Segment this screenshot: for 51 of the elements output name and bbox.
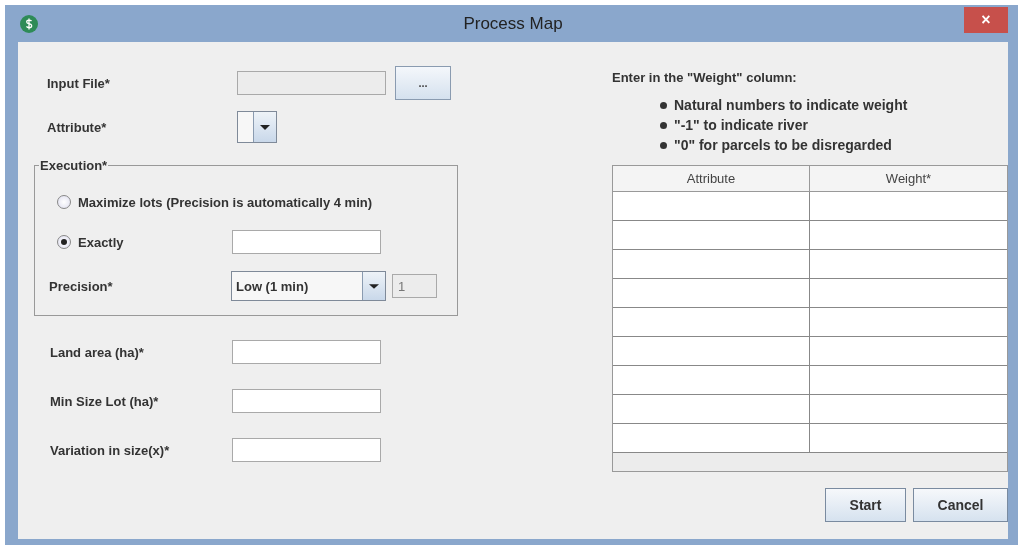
instruction-text: "0" for parcels to be disregarded bbox=[674, 137, 892, 153]
instruction-text: "-1" to indicate river bbox=[674, 117, 808, 133]
close-button[interactable]: × bbox=[964, 6, 1008, 33]
precision-dropdown[interactable]: Low (1 min) bbox=[231, 271, 386, 301]
input-field[interactable] bbox=[232, 389, 381, 413]
field-label: Attribute* bbox=[47, 119, 108, 135]
window-title: Process Map bbox=[463, 13, 563, 34]
radio-button[interactable] bbox=[57, 235, 71, 249]
table-cell[interactable] bbox=[613, 308, 810, 337]
cancel-button[interactable]: Cancel bbox=[913, 488, 1008, 522]
table-cell[interactable] bbox=[810, 250, 1007, 279]
table-cell[interactable] bbox=[613, 424, 810, 453]
instructions-heading: Enter in the "Weight" column: bbox=[612, 70, 798, 85]
dollar-icon bbox=[20, 14, 38, 33]
bullet-icon bbox=[660, 141, 667, 149]
table-cell[interactable] bbox=[613, 279, 810, 308]
table-cell[interactable] bbox=[810, 279, 1007, 308]
instruction-text: Natural numbers to indicate weight bbox=[674, 97, 908, 113]
table-cell[interactable] bbox=[613, 221, 810, 250]
bullet-icon bbox=[660, 101, 667, 109]
table-cell[interactable] bbox=[613, 250, 810, 279]
field-label: Variation in size(x)* bbox=[50, 442, 171, 458]
column-header[interactable]: Attribute bbox=[613, 166, 810, 192]
table-cell[interactable] bbox=[613, 366, 810, 395]
bullet-icon bbox=[660, 121, 667, 129]
group-title: Execution* bbox=[39, 158, 109, 173]
browse-button[interactable]: ... bbox=[395, 66, 451, 100]
input-field[interactable] bbox=[237, 71, 386, 95]
radio-label: Maximize lots (Precision is automatically 4 min) bbox=[78, 194, 373, 210]
table-cell[interactable] bbox=[810, 308, 1007, 337]
field-label: Input File* bbox=[47, 75, 111, 91]
table-cell[interactable] bbox=[810, 221, 1007, 250]
radio-button[interactable] bbox=[57, 195, 71, 209]
table-cell[interactable] bbox=[810, 395, 1007, 424]
column-header[interactable]: Weight* bbox=[810, 166, 1007, 192]
radio-label: Exactly bbox=[78, 234, 125, 250]
field-label: Precision* bbox=[49, 278, 114, 294]
table-cell[interactable] bbox=[810, 424, 1007, 453]
table-cell[interactable] bbox=[613, 395, 810, 424]
input-field[interactable] bbox=[232, 438, 381, 462]
table-cell[interactable] bbox=[810, 366, 1007, 395]
field-label: Land area (ha)* bbox=[50, 344, 145, 360]
start-button[interactable]: Start bbox=[825, 488, 906, 522]
input-field[interactable] bbox=[232, 340, 381, 364]
input-field[interactable] bbox=[232, 230, 381, 254]
table-cell[interactable] bbox=[613, 192, 810, 221]
table-cell[interactable] bbox=[613, 337, 810, 366]
table-cell[interactable] bbox=[810, 337, 1007, 366]
field-label: Min Size Lot (ha)* bbox=[50, 393, 160, 409]
precision-value-field[interactable]: 1 bbox=[392, 274, 437, 298]
table-cell[interactable] bbox=[810, 192, 1007, 221]
